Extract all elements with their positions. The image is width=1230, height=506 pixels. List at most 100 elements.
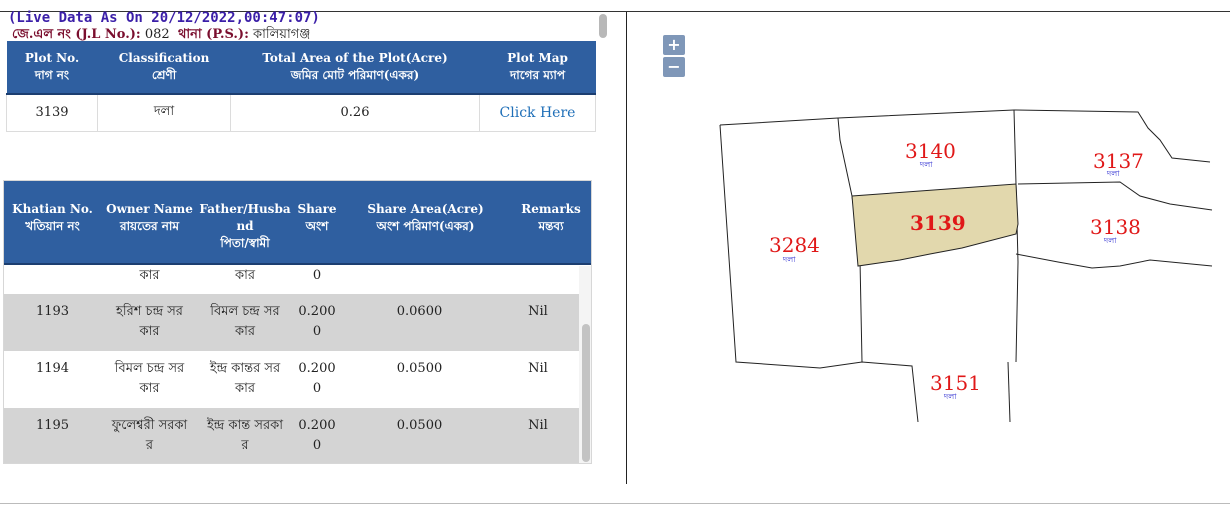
khatian-cell: 1193 [4,294,101,351]
plot-label-3284[interactable]: 3284 [769,233,820,257]
map-boundary [1013,109,1019,363]
share-line: 0 [312,381,322,396]
khatian-cell: 1195 [4,408,101,463]
header-bn: মন্তব্য [538,219,564,233]
share-line: 0.200 [298,304,336,319]
owner-line: কার [139,324,160,339]
share-area-cell [342,266,497,294]
header-en: Owner Name [106,202,193,216]
father-cell: ইন্দ্র কান্ত সরকা র [198,408,292,463]
map-boundary [719,124,919,423]
owner-cell: ফুলেশ্বরী সরকা র [101,408,198,463]
plot-label-3139[interactable]: 3139 [910,211,966,235]
header-classification: Classification শ্রেণী [97,41,231,95]
remarks-cell: Nil [497,408,579,463]
owner-line: র [145,438,154,453]
father-cell: ইন্দ্র কান্তর সর কার [198,351,292,408]
header-father-husband: Father/Husba nd পিতা/স্বামী [198,181,292,265]
father-cell: বিমল চন্দ্র সর কার [198,294,292,351]
map-zoom-controls: + − [663,35,687,79]
jl-value: 082 [144,27,170,42]
owner-table-container: Khatian No. খতিয়ান নং Owner Name রায়তের … [3,180,592,464]
share-line: 0 [312,438,322,453]
header-total-area: Total Area of the Plot(Acre) জমির মোট পরি… [230,41,480,95]
remarks-cell [497,266,579,294]
header-bn: জমির মোট পরিমাণ(একর) [290,68,420,82]
zoom-out-button[interactable]: − [663,57,685,77]
share-area-cell: 0.0500 [342,351,497,408]
map-boundary [1017,181,1213,211]
plot-map[interactable]: 3140 দলা 3137 দলা 3139 3138 দলা 3284 দলা… [700,100,1220,430]
header-en: Remarks [521,202,581,216]
owner-line: বিমল চন্দ্র সর [114,361,185,376]
map-boundary [1007,361,1011,423]
father-line: ইন্দ্র কান্তর সর [209,361,281,376]
owner-line: হরিশ চন্দ্র সর [116,304,183,319]
plot-row: 3139 দলা 0.26 Click Here [6,93,596,132]
share-line: 0 [312,324,322,339]
owner-table-body: কার কার 0 1193 হরিশ চন্দ্র সর কার বিমল চন… [4,266,579,463]
header-owner-name: Owner Name রায়তের নাম [101,181,198,265]
header-bn: শ্রেণী [151,68,177,82]
plot-table: Plot No. দাগ নং Classification শ্রেণী Tota… [6,41,596,132]
table-row: 1193 হরিশ চন্দ্র সর কার বিমল চন্দ্র সর কার… [4,294,579,351]
owner-scrollbar-thumb[interactable] [582,324,590,462]
khatian-cell [4,266,101,294]
remarks-cell: Nil [497,351,579,408]
table-row: 1194 বিমল চন্দ্র সর কার ইন্দ্র কান্তর সর ক… [4,351,579,408]
share-area-cell: 0.0500 [342,408,497,463]
table-row-partial: কার কার 0 [4,266,579,294]
owner-cell: কার [101,266,198,294]
panel-divider [626,12,627,484]
plot-class-3151: দলা [943,392,957,401]
owner-cell: হরিশ চন্দ্র সর কার [101,294,198,351]
header-en: Plot Map [507,51,568,65]
zoom-in-button[interactable]: + [663,35,685,55]
ps-value: কালিয়াগঞ্জ [253,27,311,42]
header-bn: অংশ পরিমাণ(একর) [376,219,475,233]
father-line: কার [234,324,255,339]
classification-cell: দলা [97,93,231,132]
jl-label: জে.এল নং (J.L No.): [12,27,141,42]
header-share: Share অংশ [292,181,342,265]
header-bn: পিতা/স্বামী [220,236,270,250]
header-bn: রায়তের নাম [119,219,180,233]
land-record-page: (Live Data As On 20/12/2022,00:47:07) জে… [0,0,1230,506]
page-scrollbar-thumb[interactable] [599,14,607,38]
plot-map-link[interactable]: Click Here [479,93,596,132]
header-plot-no: Plot No. দাগ নং [6,41,98,95]
header-en: Classification [118,51,210,65]
father-line: বিমল চন্দ্র সর [210,304,280,319]
share-area-cell: 0.0600 [342,294,497,351]
plot-number-cell: 3139 [6,93,98,132]
header-khatian-no: Khatian No. খতিয়ান নং [4,181,101,265]
plot-class-3140: দলা [919,160,933,169]
header-en: Plot No. [24,51,80,65]
header-en: Khatian No. [12,202,93,216]
header-bn: খতিয়ান নং [25,219,80,233]
owner-table-header: Khatian No. খতিয়ান নং Owner Name রায়তের … [4,181,591,265]
header-plot-map: Plot Map দাগের ম্যাপ [479,41,596,95]
owner-line: ফুলেশ্বরী সরকা [111,418,188,433]
share-cell: 0.200 0 [292,351,342,408]
owner-cell: বিমল চন্দ্র সর কার [101,351,198,408]
header-en: Share [297,202,337,216]
remarks-cell: Nil [497,294,579,351]
owner-line: কার [139,381,160,396]
owner-table-scroll[interactable]: কার কার 0 1193 হরিশ চন্দ্র সর কার বিমল চন… [4,266,591,463]
header-bn: দাগ নং [34,68,70,82]
header-bn: অংশ [305,219,329,233]
table-row: 1195 ফুলেশ্বরী সরকা র ইন্দ্র কান্ত সরকা র … [4,408,579,463]
plot-class-3284: দলা [782,255,796,264]
father-cell: কার [198,266,292,294]
header-en: Father/Husba nd [199,202,291,233]
plot-class-3137: দলা [1106,169,1120,178]
share-cell: 0.200 0 [292,408,342,463]
khatian-cell: 1194 [4,351,101,408]
header-en: Share Area(Acre) [367,202,484,216]
father-line: ইন্দ্র কান্ত সরকা [207,418,283,433]
father-line: র [241,438,249,453]
share-cell: 0 [292,266,342,294]
total-area-cell: 0.26 [230,93,480,132]
owner-scrollbar-track[interactable] [579,266,591,463]
